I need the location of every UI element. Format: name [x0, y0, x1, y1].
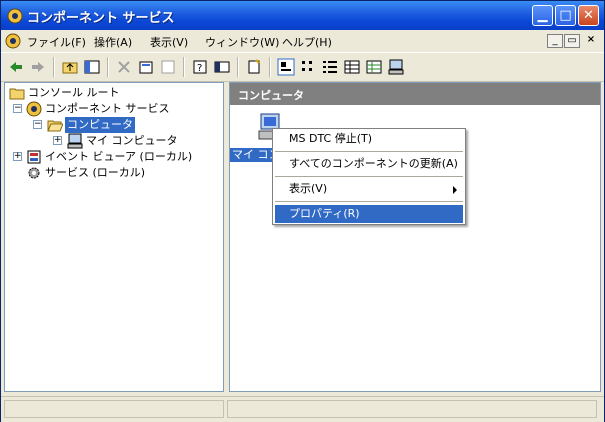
menu-file[interactable]: ファイル(F) — [27, 34, 86, 50]
context-item-properties[interactable]: プロパティ(R) — [275, 205, 463, 223]
collapse-toggle[interactable]: − — [13, 104, 22, 113]
toolbar-separator — [183, 57, 185, 77]
console-tree[interactable]: コンソール ルート − コンポーネント サービス − コンピュータ + マイ コ… — [4, 82, 224, 392]
large-icons-icon[interactable] — [277, 58, 295, 76]
mdi-minimize-button[interactable]: _ — [547, 34, 563, 48]
refresh-icon[interactable] — [159, 58, 177, 76]
console-icon[interactable] — [213, 58, 231, 76]
computer-icon[interactable] — [387, 58, 405, 76]
minimize-button[interactable]: ▁ — [532, 5, 553, 26]
toolbar-separator — [107, 57, 109, 77]
toolbar-separator — [237, 57, 239, 77]
menu-bar: ファイル(F) 操作(A) 表示(V) ウィンドウ(W) ヘルプ(H) _ ▭ … — [1, 30, 604, 52]
toolbar-separator — [269, 57, 271, 77]
properties-icon[interactable] — [137, 58, 155, 76]
component-services-icon — [26, 101, 42, 117]
up-folder-icon[interactable] — [61, 58, 79, 76]
context-menu: MS DTC 停止(T) すべてのコンポーネントの更新(A) 表示(V) プロパ… — [272, 128, 466, 225]
mdi-close-button[interactable]: × — [583, 34, 599, 48]
window-title: コンポーネント サービス — [27, 11, 175, 26]
expand-toggle[interactable]: + — [13, 152, 22, 161]
context-item-stop-msdtc[interactable]: MS DTC 停止(T) — [275, 130, 463, 148]
forward-icon[interactable] — [29, 58, 47, 76]
component-services-icon[interactable] — [5, 33, 21, 49]
services-gear-icon — [28, 167, 40, 179]
tree-item-label: コンソール ルート — [28, 86, 120, 99]
small-icons-icon[interactable] — [299, 58, 317, 76]
submenu-arrow-icon — [453, 186, 457, 194]
toolbar-separator — [53, 57, 55, 77]
maximize-button[interactable]: □ — [555, 5, 576, 26]
status-cell — [227, 400, 597, 418]
help-icon[interactable]: ? — [191, 58, 209, 76]
delete-icon[interactable] — [115, 58, 133, 76]
event-viewer-icon — [27, 150, 41, 164]
maximize-icon: □ — [559, 8, 572, 23]
details-icon[interactable] — [343, 58, 361, 76]
result-pane-header: コンピュータ — [230, 83, 600, 105]
menu-window[interactable]: ウィンドウ(W) — [205, 34, 279, 50]
collapse-toggle[interactable]: − — [33, 120, 42, 129]
component-services-icon — [7, 8, 23, 24]
minimize-icon: ▁ — [537, 8, 548, 23]
context-item-refresh-all-components[interactable]: すべてのコンポーネントの更新(A) — [275, 155, 463, 173]
expand-toggle[interactable]: + — [53, 136, 62, 145]
folder-icon — [9, 88, 25, 100]
tree-item-label: コンピュータ — [65, 117, 135, 133]
folder-open-icon — [47, 120, 63, 132]
new-icon[interactable] — [245, 58, 263, 76]
menu-separator — [275, 151, 463, 152]
title-bar[interactable]: コンポーネント サービス ▁ □ ✕ — [1, 1, 604, 30]
mdi-restore-button[interactable]: ▭ — [564, 34, 580, 48]
menu-help[interactable]: ヘルプ(H) — [282, 34, 332, 50]
menu-view[interactable]: 表示(V) — [150, 34, 188, 50]
menu-action[interactable]: 操作(A) — [94, 34, 132, 50]
application-window: コンポーネント サービス ▁ □ ✕ ファイル(F) 操作(A) 表示(V) ウ… — [0, 0, 605, 422]
status-cell — [4, 400, 224, 418]
toolbar: ? — [1, 52, 604, 82]
computer-icon — [67, 133, 83, 149]
back-icon[interactable] — [7, 58, 25, 76]
list-icon[interactable] — [321, 58, 339, 76]
menu-separator — [275, 176, 463, 177]
tree-item-label: コンポーネント サービス — [45, 102, 170, 115]
status-bar — [1, 396, 604, 422]
status-view-icon[interactable] — [365, 58, 383, 76]
menu-separator — [275, 201, 463, 202]
tree-item-label: マイ コンピュータ — [86, 134, 178, 147]
svg-text:?: ? — [197, 63, 202, 74]
show-hide-tree-icon[interactable] — [83, 58, 101, 76]
context-item-view[interactable]: 表示(V) — [275, 180, 463, 198]
tree-item-label: イベント ビューア (ローカル) — [45, 150, 193, 163]
close-button[interactable]: ✕ — [578, 5, 599, 26]
result-pane-title: コンピュータ — [238, 89, 304, 102]
context-item-view-label: 表示(V) — [289, 182, 328, 195]
close-icon: ✕ — [583, 8, 594, 23]
tree-item-label: サービス (ローカル) — [45, 166, 146, 179]
